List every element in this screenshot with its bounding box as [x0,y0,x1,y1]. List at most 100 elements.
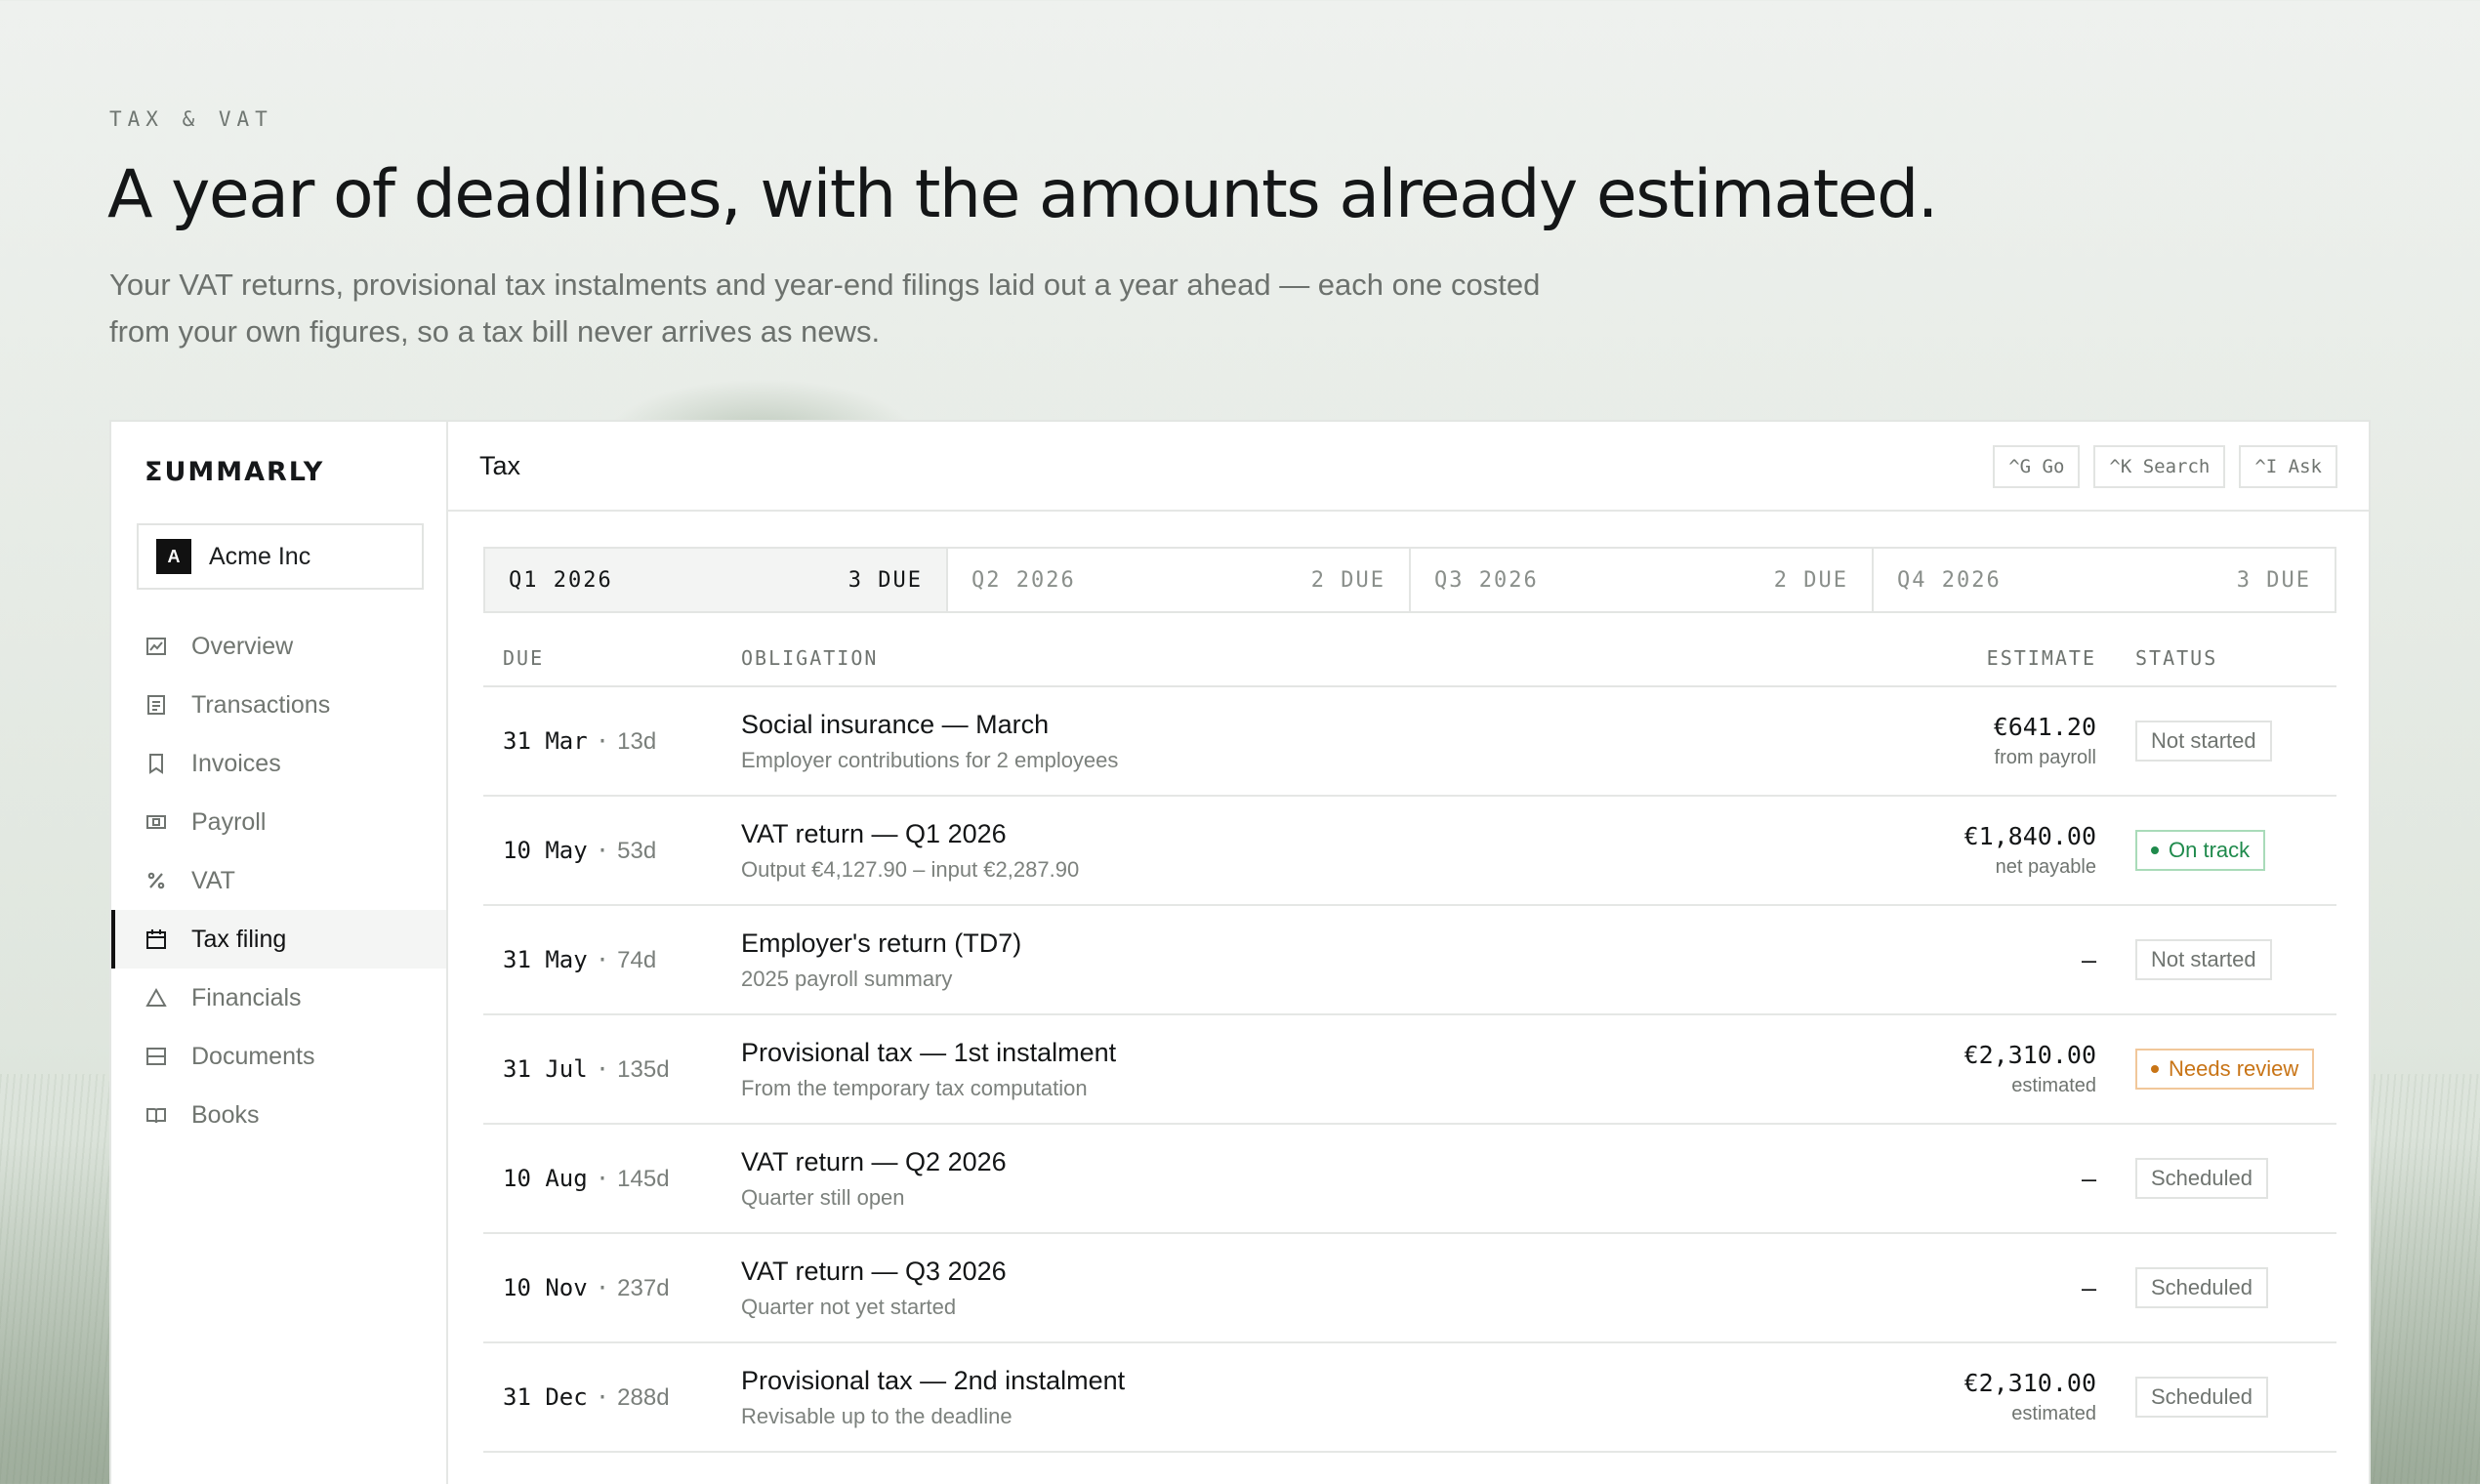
table-row[interactable]: 31 Mar · 13d Social insurance — March Employ… [483,687,2336,797]
due-date: 10 Aug [503,1164,588,1192]
status-label: Scheduled [2151,1166,2253,1190]
status-cell: Needs review [2122,1049,2336,1090]
obligation-cell: Provisional tax — 2nd instalment Revisabl… [741,1366,1809,1429]
status-cell: Scheduled [2122,1377,2336,1418]
obligation-title: Provisional tax — 1st instalment [741,1037,1117,1067]
due-date: 31 Jul [503,1054,588,1083]
estimate-cell: €2,310.00 estimated [1809,1369,2122,1425]
estimate-note: net payable [1995,856,2096,878]
brand-logo[interactable]: ΣUMMARLY [145,457,324,487]
triangle-icon [145,986,168,1010]
sidebar-item-label: Invoices [191,749,281,777]
go-shortcut-button[interactable]: ^G Go [1993,445,2081,488]
obligation-detail: From the temporary tax computation [741,1075,1088,1100]
obligation-detail: Employer contributions for 2 employees [741,747,1119,772]
column-header-estimate[interactable]: ESTIMATE [1809,646,2122,670]
obligation-title: Employer's return (TD7) [741,928,1022,958]
status-badge[interactable]: Not started [2135,721,2272,762]
hero-subhead-line: from your own figures, so a tax bill nev… [109,314,881,349]
sidebar-item-label: VAT [191,866,235,894]
quarter-label: Q2 2026 [971,567,1076,593]
quarter-label: Q1 2026 [509,567,613,593]
ask-shortcut-button[interactable]: ^I Ask [2239,445,2337,488]
days-remaining: 237d [617,1274,670,1301]
sidebar: ΣUMMARLY A Acme Inc Overview Transaction… [111,422,448,1484]
table-row[interactable]: 10 Nov · 237d VAT return — Q3 2026 Quarter n… [483,1234,2336,1343]
obligations-table: DUE OBLIGATION ESTIMATE STATUS 31 Mar · 13… [483,631,2336,1453]
chart-icon [145,635,168,658]
status-cell: On track [2122,830,2336,871]
due-date: 31 Mar [503,726,588,755]
estimate-note: estimated [2011,1075,2096,1096]
org-avatar: A [156,539,191,574]
org-switcher[interactable]: A Acme Inc [137,523,424,590]
due-cell: 31 May · 74d [483,946,741,974]
days-remaining: 74d [617,946,657,973]
sidebar-item-overview[interactable]: Overview [111,617,446,676]
status-badge[interactable]: Needs review [2135,1049,2315,1090]
status-badge[interactable]: Scheduled [2135,1377,2268,1418]
sidebar-item-payroll[interactable]: Payroll [111,793,446,851]
tab-q4-2026[interactable]: Q4 2026 3 DUE [1874,549,2335,611]
obligation-cell: VAT return — Q1 2026 Output €4,127.90 – i… [741,819,1809,883]
days-remaining: 145d [617,1165,670,1192]
sidebar-item-documents[interactable]: Documents [111,1027,446,1086]
status-cell: Scheduled [2122,1158,2336,1199]
sidebar-item-financials[interactable]: Financials [111,969,446,1027]
separator-dot: · [595,726,610,755]
percent-icon [145,869,168,892]
top-bar: Tax ^G Go ^K Search ^I Ask [448,422,2369,512]
status-label: Scheduled [2151,1275,2253,1299]
sidebar-item-vat[interactable]: VAT [111,851,446,910]
sidebar-item-tax-filing[interactable]: Tax filing [111,910,446,969]
org-name: Acme Inc [209,542,311,570]
estimate-cell: — [1809,1165,2122,1193]
due-date: 10 Nov [503,1273,588,1301]
due-cell: 10 May · 53d [483,837,741,865]
table-row[interactable]: 10 May · 53d VAT return — Q1 2026 Output €4,… [483,797,2336,906]
table-row[interactable]: 10 Aug · 145d VAT return — Q2 2026 Quarter s… [483,1125,2336,1234]
quarter-due-count: 2 DUE [1310,567,1385,593]
app-window: ΣUMMARLY A Acme Inc Overview Transaction… [109,420,2371,1484]
table-row[interactable]: 31 May · 74d Employer's return (TD7) 2025 pa… [483,906,2336,1015]
tab-q1-2026[interactable]: Q1 2026 3 DUE [485,549,948,611]
quarter-due-count: 2 DUE [1773,567,1848,593]
obligation-title: Provisional tax — 2nd instalment [741,1365,1126,1395]
status-cell: Not started [2122,939,2336,980]
search-shortcut-button[interactable]: ^K Search [2093,445,2226,488]
status-badge[interactable]: Scheduled [2135,1267,2268,1308]
table-row[interactable]: 31 Jul · 135d Provisional tax — 1st instalm… [483,1015,2336,1125]
drawer-icon [145,1045,168,1068]
obligation-detail: Output €4,127.90 – input €2,287.90 [741,856,1080,882]
separator-dot: · [595,1382,610,1411]
obligation-detail: 2025 payroll summary [741,966,953,991]
estimate-cell: — [1809,946,2122,974]
column-header-due[interactable]: DUE [483,646,741,670]
tab-q3-2026[interactable]: Q3 2026 2 DUE [1411,549,1874,611]
quarter-label: Q4 2026 [1897,567,2002,593]
separator-dot: · [595,1273,610,1301]
status-badge[interactable]: Scheduled [2135,1158,2268,1199]
due-cell: 31 Jul · 135d [483,1055,741,1084]
list-icon [145,693,168,717]
table-row[interactable]: 31 Dec · 288d Provisional tax — 2nd instalm… [483,1343,2336,1453]
status-badge[interactable]: On track [2135,830,2266,871]
book-icon [145,1103,168,1127]
status-badge[interactable]: Not started [2135,939,2272,980]
status-dot-icon [2151,1065,2159,1073]
status-label: On track [2169,838,2251,862]
column-header-status[interactable]: STATUS [2122,646,2336,670]
tab-q2-2026[interactable]: Q2 2026 2 DUE [948,549,1411,611]
estimate-amount: €2,310.00 [1963,1369,2096,1397]
hero-subhead-line: Your VAT returns, provisional tax instal… [109,268,1541,302]
sidebar-item-books[interactable]: Books [111,1086,446,1144]
obligation-cell: VAT return — Q2 2026 Quarter still open [741,1147,1809,1211]
sidebar-item-invoices[interactable]: Invoices [111,734,446,793]
obligation-detail: Quarter not yet started [741,1294,957,1319]
sidebar-nav: Overview Transactions Invoices Payroll V… [111,617,446,1144]
separator-dot: · [595,945,610,973]
status-dot-icon [2151,846,2159,854]
column-header-obligation[interactable]: OBLIGATION [741,646,1809,670]
sidebar-item-transactions[interactable]: Transactions [111,676,446,734]
due-cell: 31 Dec · 288d [483,1383,741,1412]
